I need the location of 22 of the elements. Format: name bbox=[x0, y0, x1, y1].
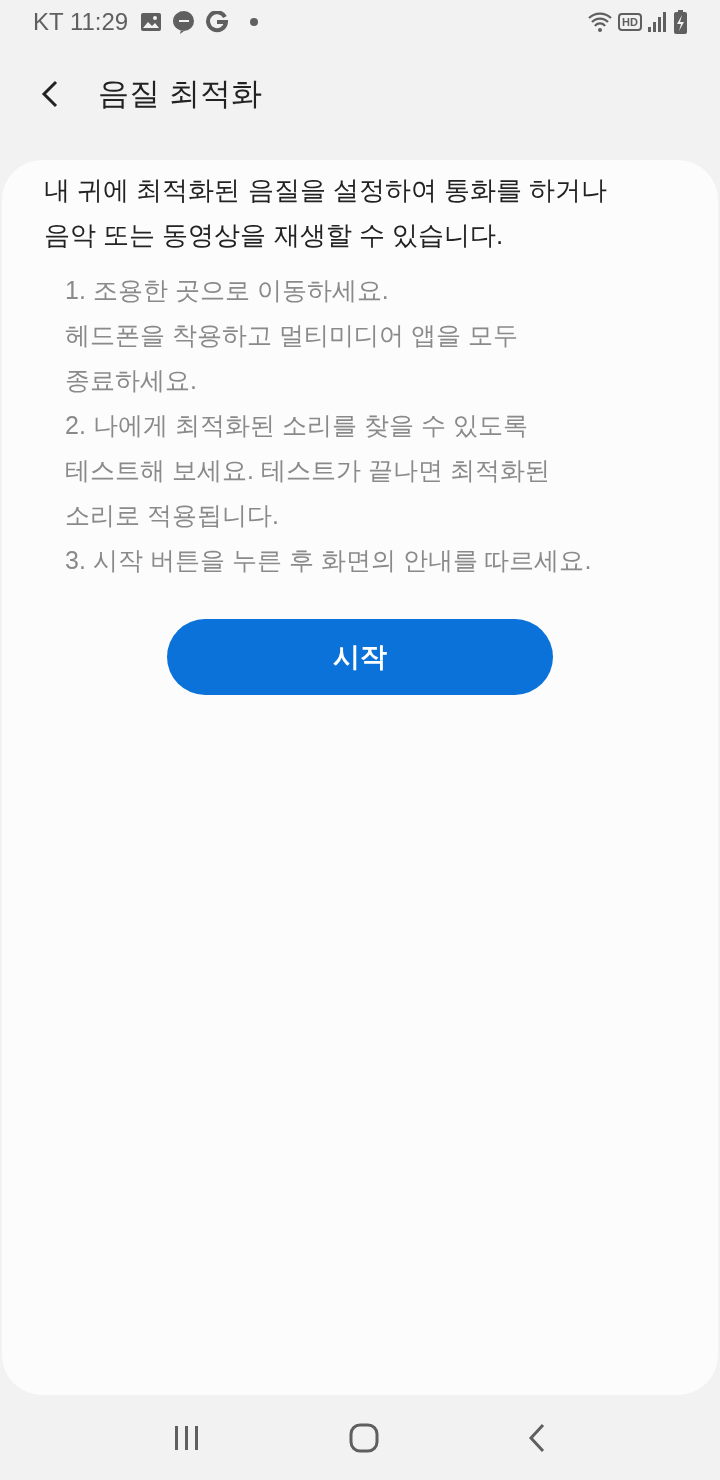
chat-icon bbox=[172, 10, 197, 34]
instruction-text: 종료하세요. bbox=[65, 365, 198, 396]
recent-apps-icon[interactable] bbox=[174, 1425, 201, 1450]
hd-icon: HD bbox=[618, 13, 642, 31]
instruction-text: 헤드폰을 착용하고 멀티미디어 앱을 모두 bbox=[65, 320, 519, 351]
notification-dot-icon bbox=[250, 18, 259, 26]
page-title: 음질 최적화 bbox=[98, 74, 262, 113]
status-time: KT 11:29 bbox=[33, 7, 129, 37]
description-text: 음악 또는 동영상을 재생할 수 있습니다. bbox=[44, 219, 505, 252]
instruction-text: 1. 조용한 곳으로 이동하세요. bbox=[65, 275, 390, 306]
start-button[interactable]: 시작 bbox=[167, 619, 553, 695]
image-icon bbox=[140, 12, 163, 32]
instruction-text: 소리로 적용됩니다. bbox=[65, 500, 280, 531]
google-icon bbox=[206, 11, 229, 33]
instruction-text: 테스트해 보세요. 테스트가 끝나면 최적화된 bbox=[65, 455, 551, 486]
instruction-text: 3. 시작 버튼을 누른 후 화면의 안내를 따르세요. bbox=[65, 545, 593, 576]
battery-charging-icon bbox=[674, 10, 687, 34]
description-text: 내 귀에 최적화된 음질을 설정하여 통화를 하거나 bbox=[44, 174, 609, 207]
back-icon[interactable] bbox=[527, 1422, 546, 1453]
home-icon[interactable] bbox=[349, 1422, 379, 1453]
instruction-text: 2. 나에게 최적화된 소리를 찾을 수 있도록 bbox=[65, 410, 529, 441]
signal-icon bbox=[648, 12, 666, 32]
